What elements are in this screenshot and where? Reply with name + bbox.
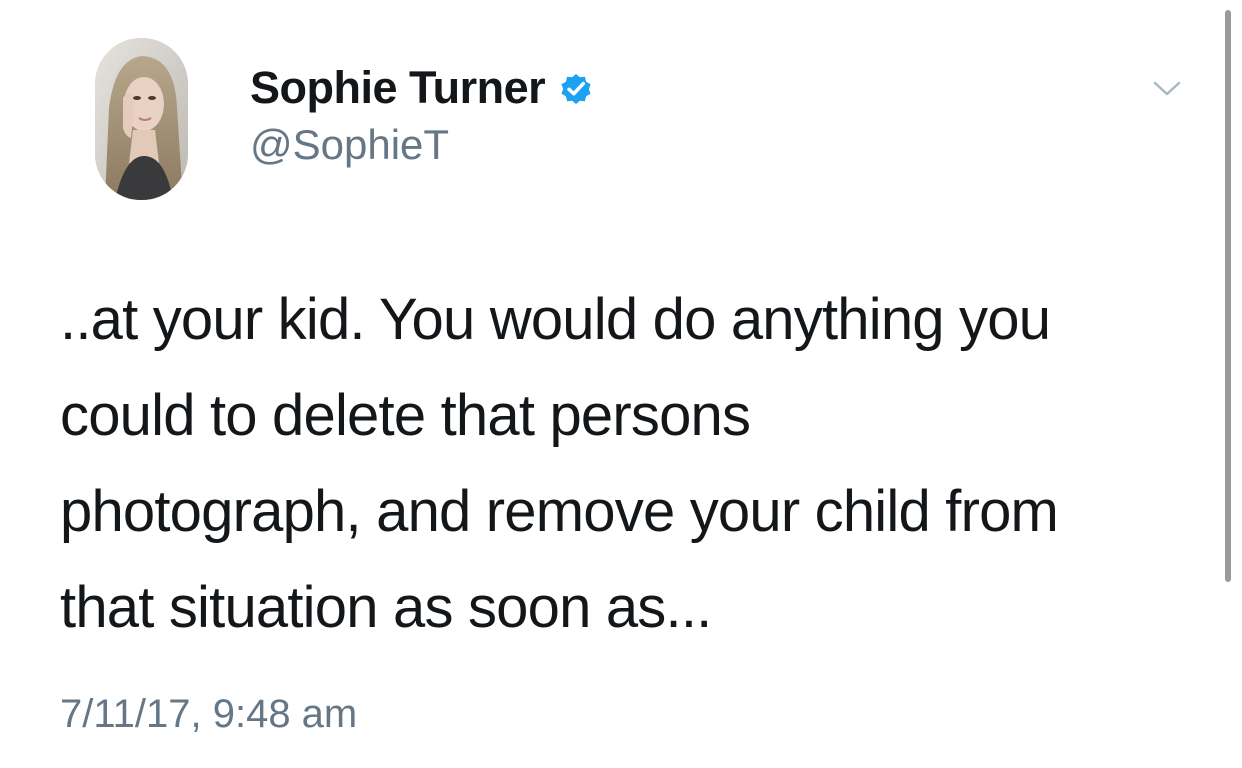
tweet-line: ..at your kid. You would do anything you [60,287,1051,352]
avatar[interactable] [95,38,188,200]
tweet-text: ..at your kid. You would do anything you… [60,272,1200,656]
user-handle[interactable]: @SophieT [250,120,449,170]
tweet-line: could to delete that persons [60,383,751,448]
tweet-timestamp[interactable]: 7/11/17, 9:48 am [60,690,357,738]
user-header: Sophie Turner [250,62,595,114]
tweet-line: that situation as soon as... [60,575,712,640]
chevron-down-icon[interactable] [1147,74,1187,104]
profile-photo [95,38,188,200]
verified-badge-icon [557,70,595,108]
scrollbar[interactable] [1225,10,1231,582]
tweet-line: photograph, and remove your child from [60,479,1059,544]
display-name[interactable]: Sophie Turner [250,62,546,114]
